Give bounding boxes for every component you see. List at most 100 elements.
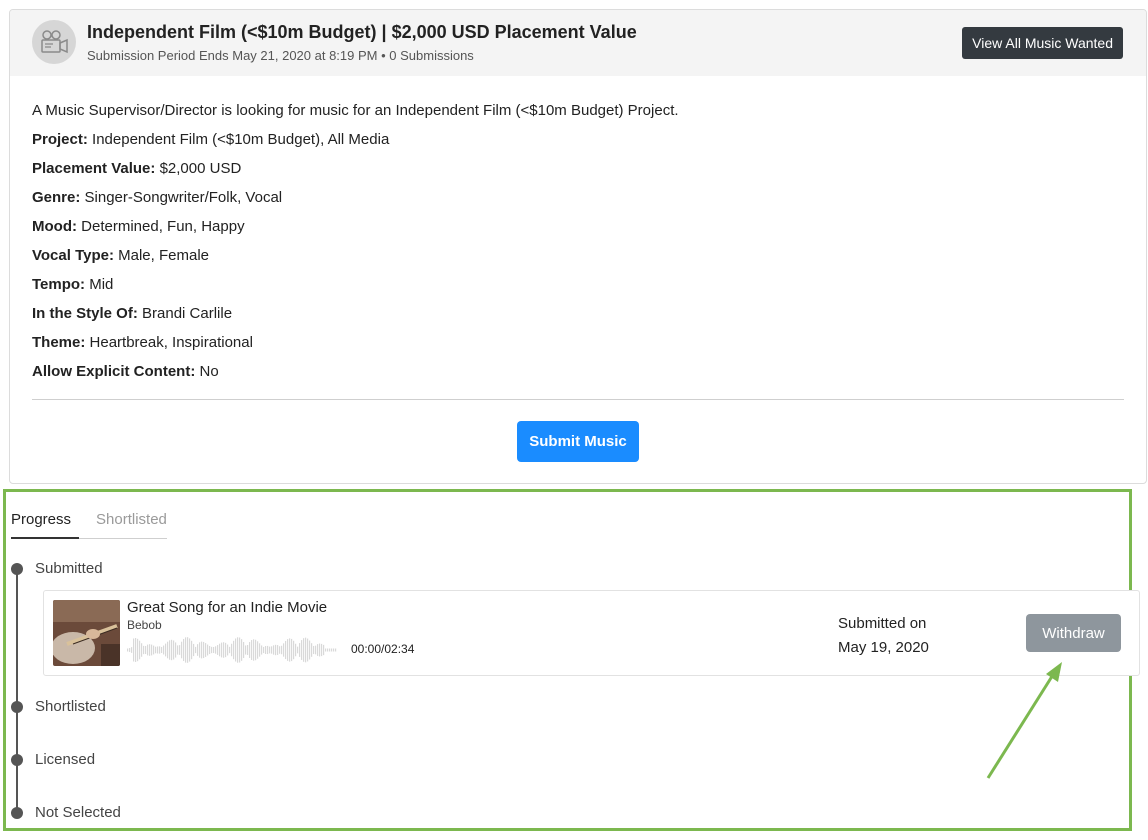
- waveform-bar: [141, 643, 143, 657]
- withdraw-button[interactable]: Withdraw: [1026, 614, 1121, 652]
- waveform-bar: [151, 644, 153, 656]
- waveform-bar: [235, 638, 237, 662]
- stage-not-selected: Not Selected: [35, 804, 121, 821]
- divider: [32, 399, 1124, 400]
- waveform-bar: [149, 644, 151, 656]
- waveform-bar: [207, 644, 209, 656]
- waveform-bar: [237, 637, 239, 663]
- waveform-bar: [167, 641, 169, 659]
- waveform-bar: [299, 643, 301, 657]
- waveform-bar: [295, 643, 297, 657]
- waveform-bar: [165, 643, 167, 657]
- audio-waveform[interactable]: [127, 635, 337, 665]
- waveform-bar: [211, 646, 213, 654]
- listing-subtitle: Submission Period Ends May 21, 2020 at 8…: [87, 48, 474, 63]
- waveform-bar: [281, 645, 283, 655]
- waveform-bar: [135, 637, 137, 663]
- detail-key: Genre:: [32, 189, 81, 206]
- detail-key: In the Style Of:: [32, 305, 138, 322]
- detail-value: Singer-Songwriter/Folk, Vocal: [84, 189, 283, 206]
- waveform-bar: [161, 646, 163, 654]
- waveform-bar: [317, 644, 319, 656]
- waveform-bar: [303, 638, 305, 662]
- waveform-bar: [223, 642, 225, 658]
- view-all-music-wanted-button[interactable]: View All Music Wanted: [962, 27, 1123, 59]
- waveform-bar: [185, 637, 187, 663]
- submitted-label: Submitted on: [838, 615, 927, 632]
- detail-key: Placement Value:: [32, 160, 156, 177]
- waveform-bar: [131, 647, 133, 653]
- submitted-date-block: Submitted on May 19, 2020: [838, 612, 929, 660]
- detail-row: Theme: Heartbreak, Inspirational: [32, 328, 1124, 357]
- waveform-bar: [209, 645, 211, 655]
- waveform-bar: [139, 640, 141, 660]
- waveform-bar: [145, 645, 147, 655]
- description-intro: A Music Supervisor/Director is looking f…: [32, 102, 679, 119]
- waveform-bar: [259, 643, 261, 657]
- waveform-bar: [173, 640, 175, 660]
- waveform-bar: [203, 641, 205, 659]
- detail-row: Allow Explicit Content: No: [32, 357, 1124, 386]
- waveform-bar: [283, 643, 285, 657]
- waveform-bar: [199, 642, 201, 658]
- listing-card: Independent Film (<$10m Budget) | $2,000…: [9, 9, 1147, 484]
- waveform-bar: [305, 637, 307, 663]
- waveform-bar: [309, 640, 311, 660]
- stage-shortlisted: Shortlisted: [35, 698, 106, 715]
- waveform-bar: [225, 642, 227, 658]
- waveform-bar: [127, 648, 129, 652]
- waveform-bar: [239, 637, 241, 663]
- detail-value: Independent Film (<$10m Budget), All Med…: [92, 131, 390, 148]
- waveform-bar: [257, 641, 259, 659]
- waveform-bar: [263, 646, 265, 654]
- waveform-bar: [285, 640, 287, 660]
- timeline-dot: [11, 754, 23, 766]
- waveform-bar: [159, 646, 161, 654]
- waveform-bar: [287, 639, 289, 661]
- waveform-bar: [245, 645, 247, 655]
- submit-music-button[interactable]: Submit Music: [517, 421, 639, 462]
- waveform-bar: [153, 645, 155, 655]
- track-artist: Bebob: [127, 618, 162, 632]
- waveform-bar: [315, 645, 317, 655]
- waveform-bar: [269, 646, 271, 654]
- tab-progress[interactable]: Progress: [11, 511, 80, 539]
- waveform-bar: [291, 638, 293, 662]
- waveform-bar: [177, 645, 179, 655]
- detail-row: Project: Independent Film (<$10m Budget)…: [32, 125, 1124, 154]
- tab-bar: Progress Shortlisted: [11, 511, 167, 539]
- detail-row: Tempo: Mid: [32, 270, 1124, 299]
- waveform-bar: [313, 645, 315, 655]
- film-camera-icon: [32, 20, 76, 64]
- waveform-bar: [227, 644, 229, 656]
- detail-key: Project:: [32, 131, 88, 148]
- waveform-bar: [197, 644, 199, 656]
- waveform-bar: [187, 637, 189, 663]
- waveform-bar: [307, 638, 309, 662]
- waveform-bar: [297, 646, 299, 654]
- waveform-bar: [219, 643, 221, 657]
- listing-title: Independent Film (<$10m Budget) | $2,000…: [87, 22, 637, 42]
- playback-time: 00:00/02:34: [351, 642, 415, 656]
- waveform-bar: [251, 640, 253, 660]
- waveform-bar: [331, 648, 333, 652]
- waveform-bar: [195, 646, 197, 654]
- waveform-bar: [279, 646, 281, 654]
- timeline-line: [16, 568, 18, 813]
- waveform-bar: [293, 640, 295, 660]
- waveform-bar: [325, 648, 327, 652]
- waveform-bar: [311, 643, 313, 657]
- timeline-dot: [11, 701, 23, 713]
- waveform-bar: [163, 645, 165, 655]
- detail-value: Male, Female: [118, 247, 210, 264]
- waveform-bar: [229, 646, 231, 654]
- listing-header: Independent Film (<$10m Budget) | $2,000…: [10, 10, 1146, 76]
- waveform-bar: [213, 646, 215, 654]
- detail-row: Mood: Determined, Fun, Happy: [32, 212, 1124, 241]
- waveform-bar: [231, 643, 233, 657]
- tab-shortlisted[interactable]: Shortlisted: [96, 511, 167, 538]
- waveform-bar: [301, 640, 303, 660]
- annotation-arrow: [986, 662, 1062, 779]
- waveform-bar: [181, 641, 183, 659]
- stage-submitted: Submitted: [35, 560, 103, 577]
